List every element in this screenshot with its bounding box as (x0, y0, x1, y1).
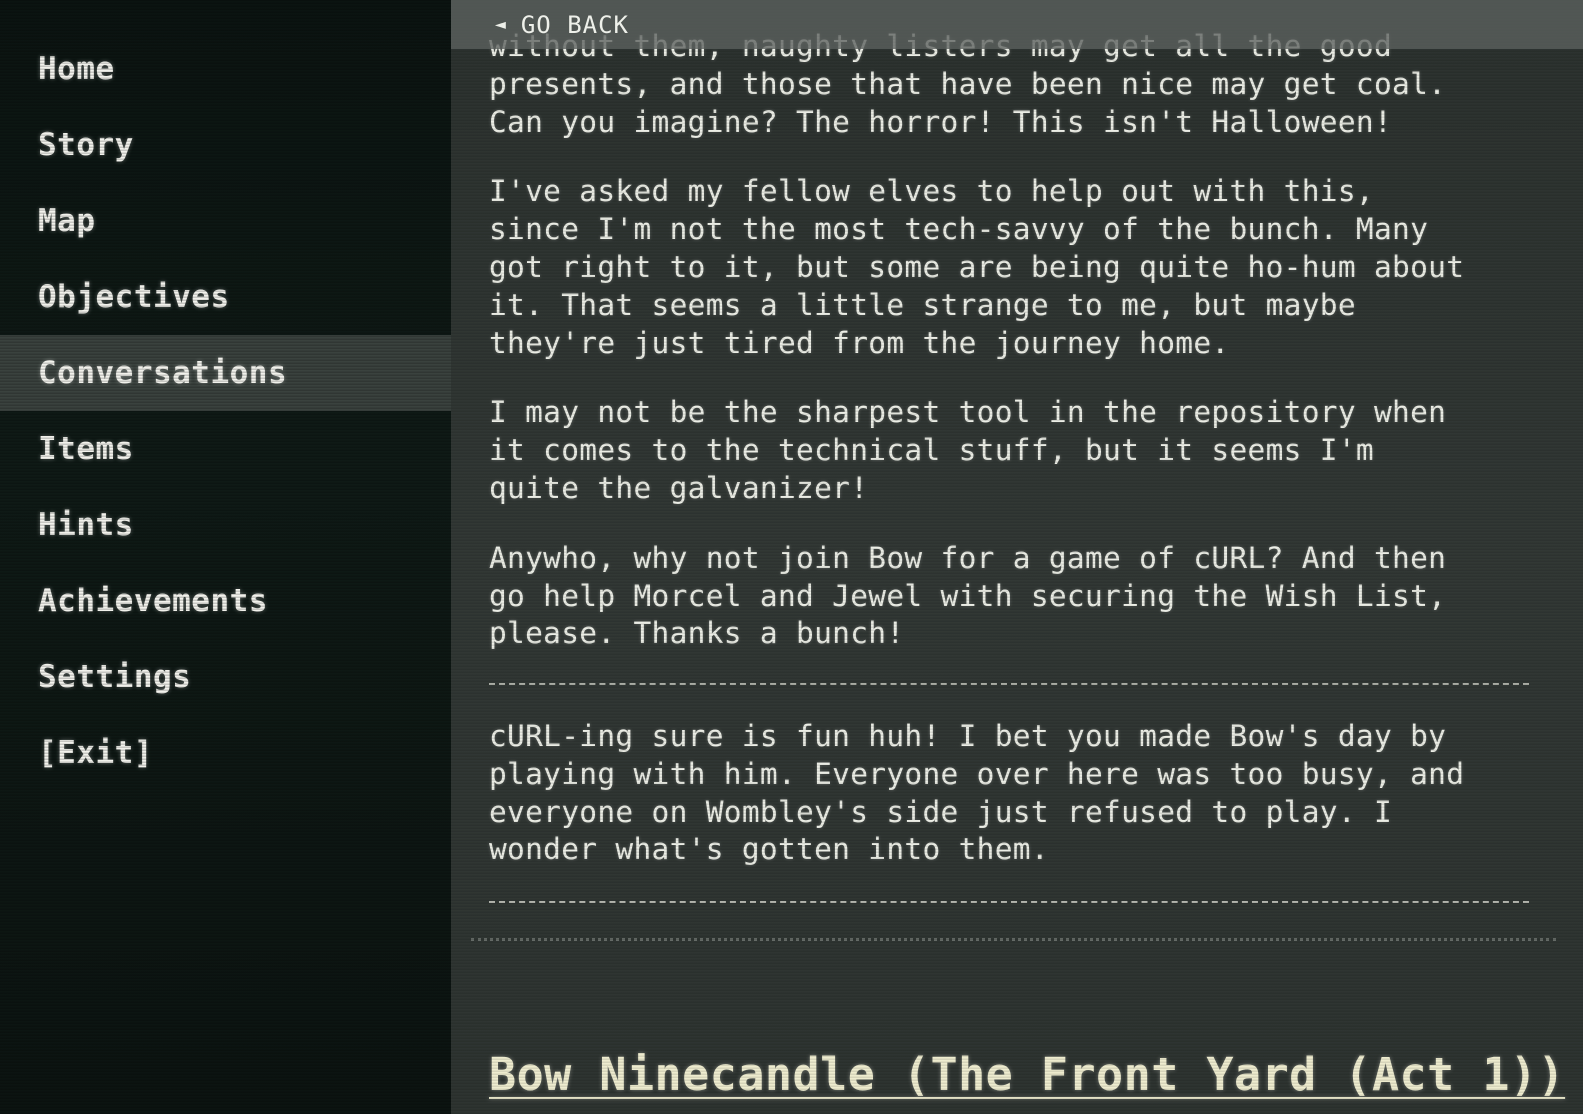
nav-item-map[interactable]: Map (0, 183, 451, 259)
go-back-button[interactable]: ◄ GO BACK (451, 0, 1583, 49)
conversation-heading[interactable]: Bow Ninecandle (The Front Yard (Act 1)) (489, 1048, 1565, 1101)
dialogue-paragraph-3: I may not be the sharpest tool in the re… (489, 395, 1447, 505)
nav-item-exit[interactable]: [Exit] (0, 715, 451, 791)
nav-item-home[interactable]: Home (0, 31, 451, 107)
nav-item-conversations[interactable]: Conversations (0, 335, 451, 411)
conversation-separator (471, 938, 1556, 941)
dialogue-paragraph-1: presents, and those that have been nice … (489, 66, 1447, 139)
back-arrow-icon: ◄ (495, 14, 507, 35)
followup-text: cURL-ing sure is fun huh! I bet you made… (489, 718, 1549, 869)
nav-item-settings[interactable]: Settings (0, 639, 451, 715)
message-divider (489, 683, 1529, 685)
nav-item-objectives[interactable]: Objectives (0, 259, 451, 335)
message-divider (489, 901, 1529, 903)
nav-item-story[interactable]: Story (0, 107, 451, 183)
nav-item-achievements[interactable]: Achievements (0, 563, 451, 639)
dialogue-followup: cURL-ing sure is fun huh! I bet you made… (489, 719, 1465, 867)
dialogue-paragraph-4: Anywho, why not join Bow for a game of c… (489, 540, 1447, 651)
conversation-text: without them, naughty listers may get al… (489, 28, 1549, 685)
conversation-panel[interactable]: ◄ GO BACK without them, naughty listers … (451, 0, 1583, 1114)
go-back-label: GO BACK (520, 10, 629, 39)
nav-item-items[interactable]: Items (0, 411, 451, 487)
sidebar-nav: Home Story Map Objectives Conversations … (0, 0, 451, 1114)
dialogue-paragraph-2: I've asked my fellow elves to help out w… (489, 174, 1465, 360)
nav-item-hints[interactable]: Hints (0, 487, 451, 563)
